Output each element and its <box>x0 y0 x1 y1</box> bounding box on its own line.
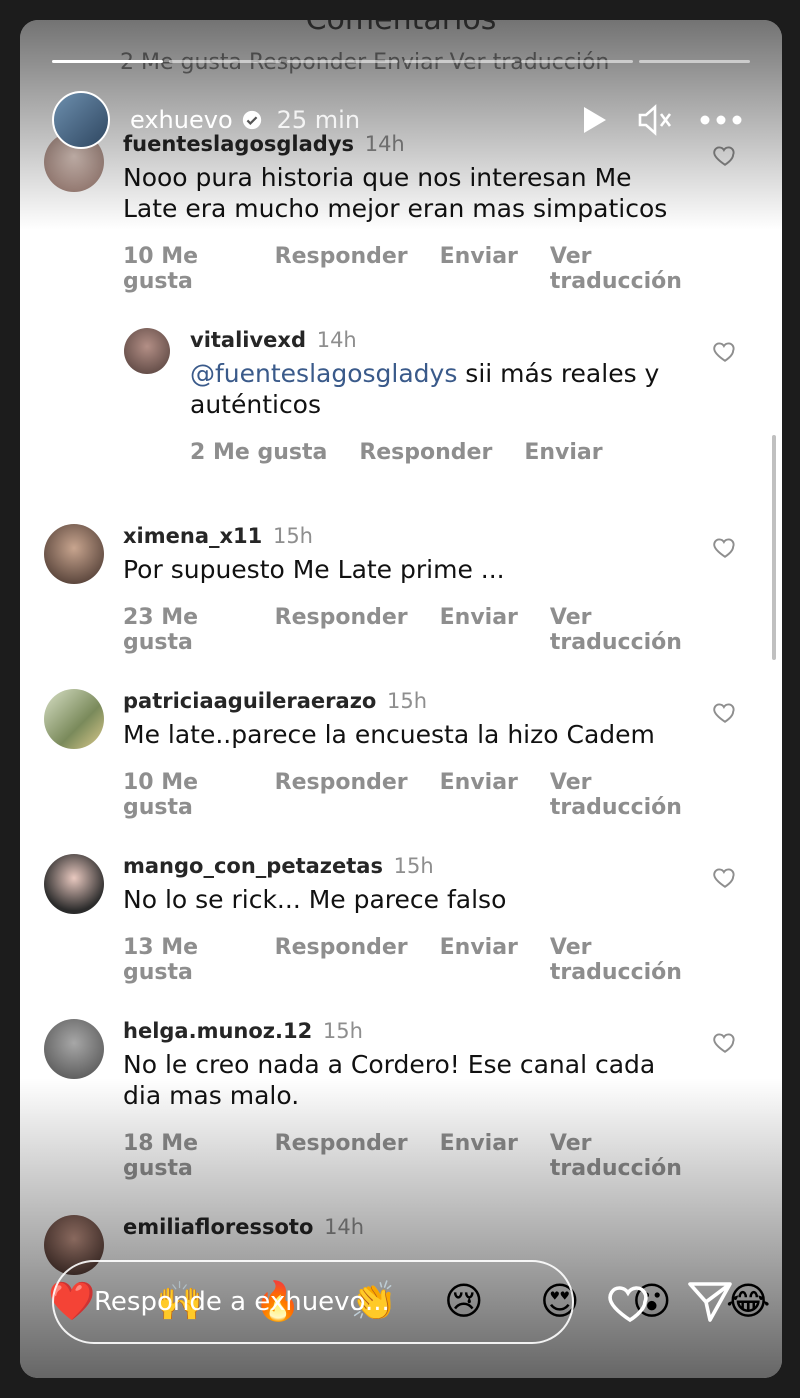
progress-segment <box>521 60 633 63</box>
likes-count[interactable]: 23 Me gusta <box>123 605 243 655</box>
comment-text: No lo se rick... Me parece falso <box>123 885 507 914</box>
avatar[interactable] <box>124 328 170 374</box>
reply-link[interactable]: Responder <box>275 770 408 820</box>
comment-text: No le creo nada a Cordero! Ese canal cad… <box>123 1050 656 1110</box>
comment-username[interactable]: emiliafloressoto <box>123 1215 313 1239</box>
heart-icon[interactable] <box>712 338 738 364</box>
progress-segment <box>52 60 164 63</box>
comment-username[interactable]: mango_con_petazetas <box>123 854 383 878</box>
like-story-icon[interactable] <box>606 1278 654 1326</box>
send-link[interactable]: Enviar <box>440 935 518 985</box>
reply-link[interactable]: Responder <box>275 935 408 985</box>
progress-segment <box>286 60 398 63</box>
reply-link[interactable]: Responder <box>275 1131 408 1181</box>
comment-username[interactable]: patriciaaguileraerazo <box>123 689 376 713</box>
avatar[interactable] <box>44 689 104 749</box>
send-link[interactable]: Enviar <box>440 1131 518 1181</box>
send-link[interactable]: Enviar <box>440 605 518 655</box>
verified-icon <box>242 110 261 130</box>
comment-text: Me late..parece la encuesta la hizo Cade… <box>123 720 655 749</box>
avatar[interactable] <box>44 524 104 584</box>
translate-link[interactable]: Ver traducción <box>550 244 692 294</box>
scrollbar[interactable] <box>772 435 776 660</box>
comment-username[interactable]: helga.munoz.12 <box>123 1019 312 1043</box>
comment-time: 15h <box>393 854 434 878</box>
comment-text: @fuenteslagosgladys sii más reales y aut… <box>190 358 692 420</box>
translate-link[interactable]: Ver traducción <box>550 935 692 985</box>
send-icon[interactable] <box>686 1278 734 1326</box>
comment-text: Nooo pura historia que nos interesan Me … <box>123 163 668 223</box>
comment-time: 15h <box>387 689 428 713</box>
likes-count[interactable]: 13 Me gusta <box>123 935 243 985</box>
likes-count[interactable]: 2 Me gusta <box>190 440 327 465</box>
story-progress <box>52 60 750 63</box>
translate-link[interactable]: Ver traducción <box>550 605 692 655</box>
translate-link[interactable]: Ver traducción <box>550 1131 692 1181</box>
comment-time: 15h <box>272 524 313 548</box>
reply-input[interactable]: Responde a exhuevo... <box>52 1260 574 1344</box>
avatar[interactable] <box>44 854 104 914</box>
progress-segment <box>169 60 281 63</box>
likes-count[interactable]: 10 Me gusta <box>123 770 243 820</box>
send-link[interactable]: Enviar <box>440 770 518 820</box>
heart-icon[interactable] <box>712 1029 738 1055</box>
reply-link[interactable]: Responder <box>359 440 492 465</box>
profile-avatar[interactable] <box>52 91 110 149</box>
comment-time: 14h <box>316 328 357 352</box>
comment-username[interactable]: ximena_x11 <box>123 524 262 548</box>
translate-link[interactable]: Ver traducción <box>550 770 692 820</box>
comment-text: Por supuesto Me Late prime ... <box>123 555 505 584</box>
heart-icon[interactable] <box>712 534 738 560</box>
story-username[interactable]: exhuevo <box>130 106 233 134</box>
avatar[interactable] <box>44 1019 104 1079</box>
likes-count[interactable]: 10 Me gusta <box>123 244 243 294</box>
story-header: exhuevo 25 min <box>52 90 742 150</box>
play-icon[interactable] <box>580 105 608 135</box>
mute-icon[interactable] <box>636 103 672 137</box>
reply-link[interactable]: Responder <box>275 244 408 294</box>
more-icon[interactable] <box>700 115 742 125</box>
send-link[interactable]: Enviar <box>524 440 602 465</box>
reply-link[interactable]: Responder <box>275 605 408 655</box>
mention-link[interactable]: @fuenteslagosgladys <box>190 359 457 388</box>
story-card: Comentarios 2 Me gusta Responder Enviar … <box>20 20 782 1378</box>
heart-icon[interactable] <box>712 699 738 725</box>
comment-time: 14h <box>324 1215 365 1239</box>
progress-segment <box>638 60 750 63</box>
story-time: 25 min <box>276 106 361 134</box>
comments-title: Comentarios <box>20 20 782 37</box>
comment-time: 15h <box>322 1019 363 1043</box>
heart-icon[interactable] <box>712 864 738 890</box>
likes-count[interactable]: 18 Me gusta <box>123 1131 243 1181</box>
comment-username[interactable]: vitalivexd <box>190 328 306 352</box>
progress-segment <box>403 60 516 63</box>
send-link[interactable]: Enviar <box>440 244 518 294</box>
